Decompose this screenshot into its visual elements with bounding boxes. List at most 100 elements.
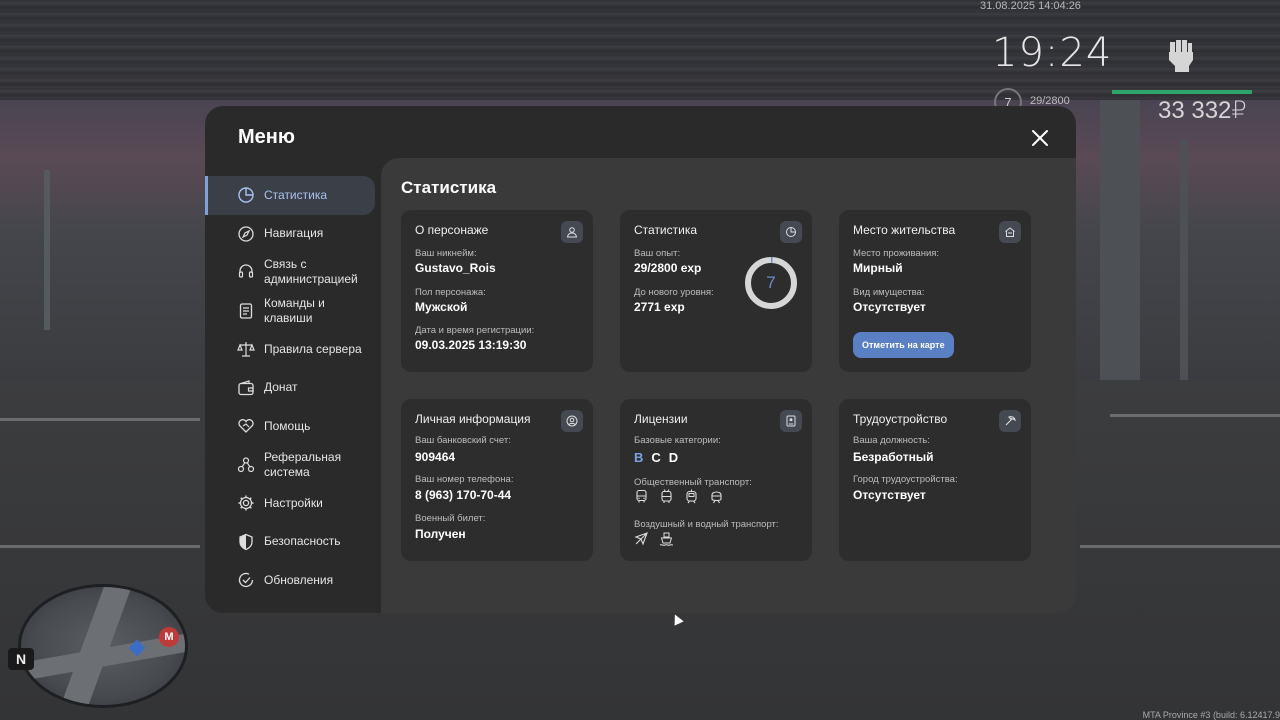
referral-nodes-icon <box>237 457 255 472</box>
sidebar: Статистика Навигация Связь с администраци… <box>205 176 381 600</box>
sidebar-item-statistics[interactable]: Статистика <box>205 176 375 215</box>
bus-icon <box>636 489 647 503</box>
pie-chart-icon <box>238 187 254 203</box>
field-label: Пол персонажа: <box>415 287 486 298</box>
metro-icon: M <box>159 627 179 647</box>
field-label: Дата и время регистрации: <box>415 325 535 336</box>
label-line: Команды и <box>264 295 325 310</box>
close-icon[interactable] <box>1031 129 1049 147</box>
menu-title: Меню <box>238 126 295 148</box>
id-card-icon <box>786 415 796 427</box>
sidebar-item-label: Навигация <box>264 226 324 241</box>
field-label: Город трудоустройства: <box>853 474 958 485</box>
pickaxe-icon <box>1005 416 1016 426</box>
wallet-icon <box>238 379 254 395</box>
registration-value: 09.03.2025 13:19:30 <box>415 338 527 352</box>
licenses-card: Лицензии Базовые категории: B C D Общест… <box>620 399 812 561</box>
scales-icon <box>237 342 255 357</box>
field-label: Место проживания: <box>853 248 940 259</box>
menu-window: Меню Статистика Навигация Связь с админис… <box>205 106 1076 613</box>
air-water-transport-icons <box>634 531 674 546</box>
minimap: M <box>18 584 188 708</box>
card-title: Личная информация <box>415 412 531 426</box>
card-title: Место жительства <box>853 223 956 237</box>
label-line: Реферальная <box>264 449 342 464</box>
field-label: Ваш банковский счет: <box>415 435 511 446</box>
fist-icon <box>1169 40 1193 72</box>
road-marking <box>0 418 200 421</box>
hud-health-bar <box>1112 90 1252 94</box>
card-title: Лицензии <box>634 412 688 426</box>
card-icon-badge <box>561 221 583 243</box>
field-label: Военный билет: <box>415 513 486 524</box>
field-label: Воздушный и водный транспорт: <box>634 519 779 530</box>
card-icon-badge <box>999 410 1021 432</box>
field-label: Ваш никнейм: <box>415 248 477 259</box>
sidebar-item-navigation[interactable]: Навигация <box>205 215 381 254</box>
field-label: Ваша должность: <box>853 435 930 446</box>
compass-icon <box>238 226 254 242</box>
bank-account-value: 909464 <box>415 450 456 464</box>
license-category-c: C <box>651 450 661 465</box>
work-city-value: Отсутствует <box>853 488 926 502</box>
trolleybus-icon <box>661 489 672 503</box>
page-title: Статистика <box>401 178 497 197</box>
document-icon <box>239 303 253 319</box>
gender-value: Мужской <box>415 300 468 314</box>
pie-chart-icon <box>786 227 796 237</box>
field-label: Базовые категории: <box>634 435 721 446</box>
card-icon-badge <box>999 221 1021 243</box>
stats-card: Статистика Ваш опыт: 29/2800 exp До ново… <box>620 210 812 372</box>
sidebar-item-security[interactable]: Безопасность <box>205 523 381 562</box>
sidebar-item-rules[interactable]: Правила сервера <box>205 330 381 369</box>
sidebar-item-label: Донат <box>264 380 298 395</box>
character-card: О персонаже Ваш никнейм: Gustavo_Rois По… <box>401 210 593 372</box>
north-indicator: N <box>8 648 34 670</box>
hud-datetime: 31.08.2025 14:04:26 <box>980 0 1081 12</box>
sidebar-item-label: Команды и клавиши <box>264 296 325 326</box>
content-panel: Статистика О персонаже Ваш никнейм: Gust… <box>381 158 1076 613</box>
heart-handshake-icon <box>238 419 254 434</box>
label-line: система <box>264 464 310 479</box>
sidebar-item-referral[interactable]: Реферальная система <box>205 446 381 485</box>
card-title: Трудоустройство <box>853 412 948 426</box>
sidebar-item-label: Помощь <box>264 418 311 433</box>
road-marking <box>1110 414 1280 417</box>
sidebar-item-settings[interactable]: Настройки <box>205 484 381 523</box>
check-circle-icon <box>238 573 254 588</box>
label-line: клавиши <box>264 310 313 325</box>
public-transport-icons <box>634 489 724 504</box>
label-line: администрацией <box>264 272 358 287</box>
residence-card: Место жительства Место проживания: Мирны… <box>839 210 1031 372</box>
license-category-b: B <box>634 450 644 465</box>
bridge-cable <box>1180 140 1188 380</box>
military-id-value: Получен <box>415 527 466 541</box>
exp-value: 29/2800 exp <box>634 261 702 275</box>
sidebar-item-help[interactable]: Помощь <box>205 407 381 446</box>
license-category-d: D <box>668 450 679 465</box>
sidebar-item-label: Реферальная система <box>264 450 341 480</box>
sidebar-item-contact-admin[interactable]: Связь с администрацией <box>205 253 381 292</box>
card-icon-badge <box>780 410 802 432</box>
sidebar-item-donate[interactable]: Донат <box>205 369 381 408</box>
airplane-icon <box>634 532 648 546</box>
employment-card: Трудоустройство Ваша должность: Безработ… <box>839 399 1031 561</box>
card-icon-badge <box>780 221 802 243</box>
user-icon <box>566 227 578 238</box>
build-info: MTA Province #3 (build: 6.12417.9 <box>1142 710 1280 720</box>
street-lamp <box>44 170 50 330</box>
gear-icon <box>238 495 254 511</box>
level-number: 7 <box>766 273 776 292</box>
card-title: О персонаже <box>415 223 489 237</box>
shield-icon <box>239 533 253 550</box>
sidebar-item-updates[interactable]: Обновления <box>205 561 381 600</box>
field-label: Вид имущества: <box>853 287 925 298</box>
boat-icon <box>659 532 674 546</box>
mark-on-map-button[interactable]: Отметить на карте <box>853 332 954 358</box>
field-label: Ваш опыт: <box>634 248 681 259</box>
sidebar-item-commands[interactable]: Команды и клавиши <box>205 292 381 331</box>
hud-clock: 19:24 <box>992 30 1113 76</box>
property-value: Отсутствует <box>853 300 926 314</box>
phone-value: 8 (963) 170-70-44 <box>415 488 512 502</box>
user-circle-icon <box>566 415 578 427</box>
